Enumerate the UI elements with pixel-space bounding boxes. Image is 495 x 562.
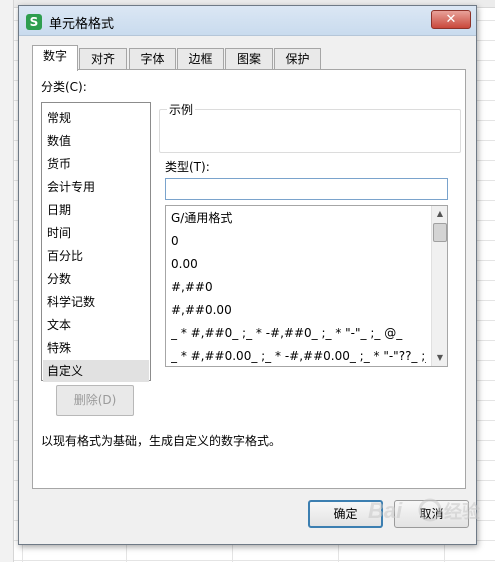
category-label: 分类(C): [41, 80, 87, 94]
category-list[interactable]: 常规 数值 货币 会计专用 日期 时间 百分比 分数 科学记数 文本 特殊 自定… [41, 102, 151, 382]
close-button[interactable]: ✕ [431, 10, 471, 29]
scroll-down-icon[interactable]: ▼ [432, 350, 447, 366]
category-item-currency[interactable]: 货币 [43, 153, 149, 175]
category-item-text[interactable]: 文本 [43, 314, 149, 336]
category-item-general[interactable]: 常规 [43, 107, 149, 129]
svg-text:经验: 经验 [444, 501, 481, 522]
category-item-fraction[interactable]: 分数 [43, 268, 149, 290]
type-label: 类型(T): [165, 160, 210, 174]
format-item[interactable]: _ * #,##0.00_ ;_ * -#,##0.00_ ;_ * "-"??… [171, 345, 426, 366]
wps-app-icon: S [26, 14, 42, 30]
tab-border[interactable]: 边框 [177, 48, 224, 70]
category-item-date[interactable]: 日期 [43, 199, 149, 221]
svg-text:Bai: Bai [368, 498, 403, 523]
category-item-accounting[interactable]: 会计专用 [43, 176, 149, 198]
format-code-list[interactable]: G/通用格式 0 0.00 #,##0 #,##0.00 _ * #,##0_ … [165, 205, 448, 367]
category-item-custom[interactable]: 自定义 [43, 360, 149, 382]
custom-format-description: 以现有格式为基础，生成自定义的数字格式。 [41, 434, 282, 448]
category-item-percentage[interactable]: 百分比 [43, 245, 149, 267]
category-item-time[interactable]: 时间 [43, 222, 149, 244]
example-group [159, 109, 461, 153]
tab-pattern[interactable]: 图案 [225, 48, 273, 70]
type-input[interactable] [165, 178, 448, 200]
format-item[interactable]: G/通用格式 [171, 207, 426, 230]
tab-number[interactable]: 数字 [32, 45, 78, 71]
format-item[interactable]: 0.00 [171, 253, 426, 276]
baidu-watermark: Bai 经验 [368, 498, 481, 523]
tab-alignment[interactable]: 对齐 [79, 48, 127, 70]
format-cells-dialog: S 单元格格式 ✕ 数字 对齐 字体 边框 图案 保护 分类(C): 常规 数值… [18, 5, 477, 545]
tab-protection[interactable]: 保护 [274, 48, 321, 70]
dialog-title: 单元格格式 [49, 17, 115, 32]
row-header-strip [0, 0, 14, 562]
delete-button[interactable]: 删除(D) [56, 385, 134, 416]
dialog-titlebar[interactable]: S 单元格格式 ✕ [19, 6, 476, 36]
format-list-scrollbar[interactable]: ▲ ▼ [431, 206, 447, 366]
category-item-number[interactable]: 数值 [43, 130, 149, 152]
example-label: 示例 [167, 101, 196, 118]
format-item[interactable]: 0 [171, 230, 426, 253]
category-item-special[interactable]: 特殊 [43, 337, 149, 359]
tab-font[interactable]: 字体 [129, 48, 176, 70]
scrollbar-thumb[interactable] [433, 223, 447, 242]
format-item[interactable]: #,##0 [171, 276, 426, 299]
category-item-scientific[interactable]: 科学记数 [43, 291, 149, 313]
close-icon: ✕ [445, 12, 457, 27]
format-item[interactable]: _ * #,##0_ ;_ * -#,##0_ ;_ * "-"_ ;_ @_ [171, 322, 426, 345]
scroll-up-icon[interactable]: ▲ [432, 206, 447, 222]
format-item[interactable]: #,##0.00 [171, 299, 426, 322]
